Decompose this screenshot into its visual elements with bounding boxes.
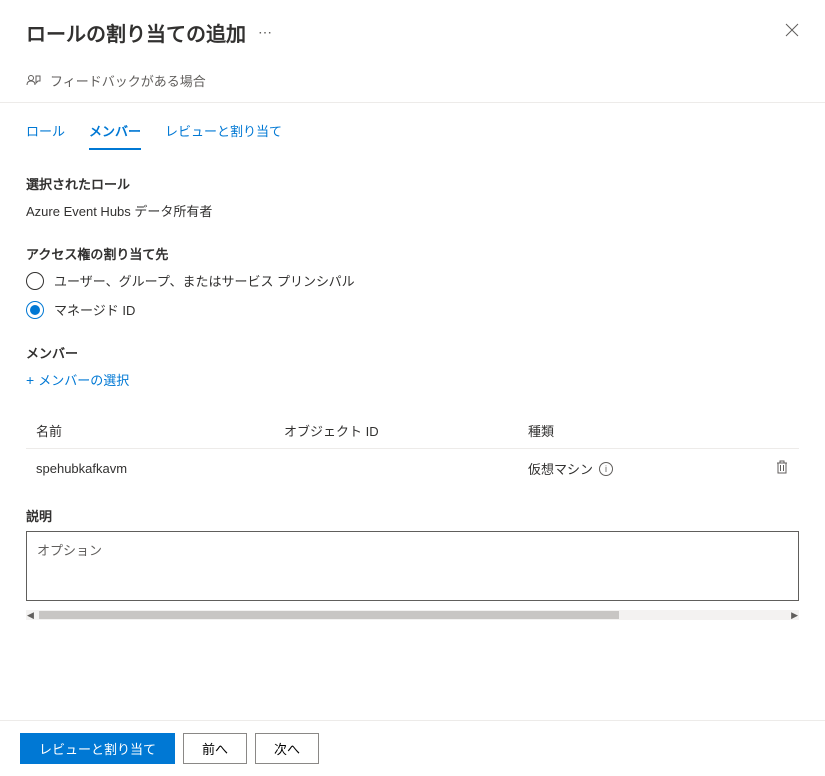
- radio-circle-icon: [26, 301, 44, 319]
- col-header-type: 種類: [528, 421, 759, 440]
- tab-review[interactable]: レビューと割り当て: [165, 121, 282, 150]
- feedback-icon: [26, 73, 42, 89]
- col-header-objectid: オブジェクト ID: [284, 421, 528, 440]
- info-icon[interactable]: i: [599, 462, 613, 476]
- header: ロールの割り当ての追加 ⋯: [0, 0, 825, 61]
- review-assign-button[interactable]: レビューと割り当て: [20, 733, 175, 764]
- footer: レビューと割り当て 前へ 次へ: [0, 720, 825, 776]
- cell-type: 仮想マシン i: [528, 459, 759, 478]
- select-members-text: メンバーの選択: [38, 370, 129, 389]
- tabs: ロール メンバー レビューと割り当て: [0, 103, 825, 150]
- radio-circle-icon: [26, 272, 44, 290]
- scroll-thumb[interactable]: [39, 611, 619, 619]
- selected-role-label: 選択されたロール: [26, 174, 799, 193]
- scroll-left-icon[interactable]: ◀: [26, 610, 35, 621]
- horizontal-scrollbar[interactable]: ◀ ▶: [26, 610, 799, 620]
- radio-managed-id[interactable]: マネージド ID: [26, 300, 799, 319]
- feedback-bar[interactable]: フィードバックがある場合: [0, 61, 825, 103]
- assign-access-label: アクセス権の割り当て先: [26, 244, 799, 263]
- table-header: 名前 オブジェクト ID 種類: [26, 413, 799, 449]
- cell-name: spehubkafkavm: [36, 461, 284, 476]
- radio-user-group-label: ユーザー、グループ、またはサービス プリンシパル: [54, 271, 355, 290]
- scroll-right-icon[interactable]: ▶: [790, 610, 799, 621]
- radio-managed-id-label: マネージド ID: [54, 300, 135, 319]
- feedback-link[interactable]: フィードバックがある場合: [50, 71, 206, 90]
- plus-icon: +: [26, 372, 34, 388]
- tab-role[interactable]: ロール: [26, 121, 65, 150]
- delete-icon[interactable]: [775, 462, 789, 477]
- tab-members[interactable]: メンバー: [89, 121, 141, 150]
- close-icon[interactable]: [785, 23, 799, 42]
- description-label: 説明: [26, 506, 799, 525]
- assign-access-radio-group: ユーザー、グループ、またはサービス プリンシパル マネージド ID: [26, 271, 799, 319]
- page-title: ロールの割り当ての追加: [26, 18, 246, 47]
- content: 選択されたロール Azure Event Hubs データ所有者 アクセス権の割…: [0, 150, 825, 620]
- cell-type-text: 仮想マシン: [528, 459, 593, 478]
- selected-role-value: Azure Event Hubs データ所有者: [26, 201, 799, 220]
- members-label: メンバー: [26, 343, 799, 362]
- more-icon[interactable]: ⋯: [258, 24, 272, 41]
- members-table: 名前 オブジェクト ID 種類 spehubkafkavm 仮想マシン i: [26, 413, 799, 488]
- select-members-link[interactable]: + メンバーの選択: [26, 370, 799, 389]
- prev-button[interactable]: 前へ: [183, 733, 247, 764]
- table-row: spehubkafkavm 仮想マシン i: [26, 449, 799, 488]
- next-button[interactable]: 次へ: [255, 733, 319, 764]
- description-input[interactable]: [26, 531, 799, 601]
- radio-user-group[interactable]: ユーザー、グループ、またはサービス プリンシパル: [26, 271, 799, 290]
- col-header-name: 名前: [36, 421, 284, 440]
